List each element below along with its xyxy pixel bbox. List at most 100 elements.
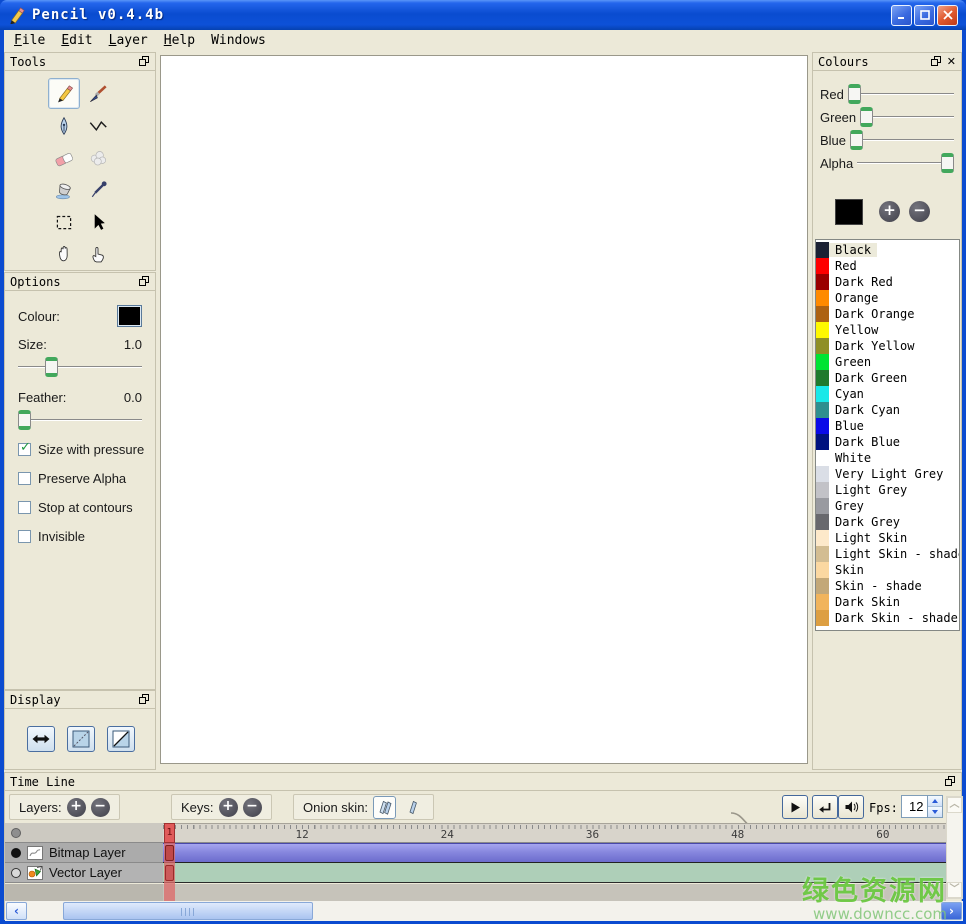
colour-swatch-row[interactable]: Dark Blue — [816, 434, 959, 450]
colour-swatch-row[interactable]: Dark Yellow — [816, 338, 959, 354]
fps-spin-up-button[interactable] — [928, 796, 942, 806]
onion-skin-prev-button[interactable] — [373, 796, 396, 819]
tool-brush-button[interactable] — [82, 78, 114, 109]
add-colour-button[interactable]: + — [879, 201, 900, 222]
float-panel-icon[interactable] — [945, 776, 956, 787]
remove-layer-button[interactable]: − — [91, 798, 110, 817]
size-slider-track[interactable] — [18, 366, 142, 368]
colour-swatch-button[interactable] — [117, 305, 142, 327]
scroll-right-button[interactable]: › — [941, 902, 962, 920]
size-slider-handle[interactable] — [45, 357, 58, 377]
play-button[interactable] — [782, 795, 808, 819]
mirror-view-button[interactable] — [67, 726, 95, 752]
sound-button[interactable] — [838, 795, 864, 819]
add-key-button[interactable]: + — [219, 798, 238, 817]
tool-bucket-button[interactable] — [48, 174, 80, 205]
bitmap-layer-track[interactable] — [163, 843, 946, 863]
alpha-slider[interactable] — [857, 153, 954, 173]
colour-swatch-row[interactable]: Dark Cyan — [816, 402, 959, 418]
tool-pencil-button[interactable] — [48, 78, 80, 109]
layer-header-row[interactable] — [5, 823, 163, 843]
colour-swatch-row[interactable]: Cyan — [816, 386, 959, 402]
playhead[interactable]: 1 — [164, 823, 175, 901]
layer-visibility-dot[interactable] — [11, 868, 21, 878]
fps-value[interactable]: 12 — [902, 796, 927, 817]
vector-layer-track[interactable] — [163, 863, 946, 883]
blue-slider[interactable] — [850, 130, 954, 150]
frame-ruler[interactable]: 1224364860 — [163, 823, 946, 843]
tool-pen-button[interactable] — [48, 110, 80, 141]
colour-swatch-row[interactable]: Skin - shade — [816, 578, 959, 594]
timeline-horizontal-scrollbar[interactable]: ‹ › — [5, 901, 963, 921]
green-slider[interactable] — [860, 107, 954, 127]
titlebar[interactable]: Pencil v0.4.4b — [0, 0, 966, 30]
colour-swatch-row[interactable]: Green — [816, 354, 959, 370]
float-panel-icon[interactable] — [139, 694, 150, 705]
green-slider-handle[interactable] — [860, 107, 873, 127]
scrollbar-thumb[interactable] — [63, 902, 313, 920]
red-slider-handle[interactable] — [848, 84, 861, 104]
checkbox[interactable]: ✓ — [18, 443, 31, 456]
onion-skin-next-button[interactable] — [401, 796, 424, 819]
menu-item-file[interactable]: File — [8, 31, 55, 50]
fps-spin-down-button[interactable] — [928, 806, 942, 817]
vector-keyframe-marker[interactable] — [165, 865, 174, 881]
menu-item-layer[interactable]: Layer — [103, 31, 158, 50]
tool-polyline-button[interactable] — [82, 110, 114, 141]
tool-move-button[interactable] — [82, 206, 114, 237]
minimize-button[interactable] — [891, 5, 912, 26]
close-button[interactable] — [937, 5, 958, 26]
checkbox[interactable] — [18, 472, 31, 485]
colour-swatch-row[interactable]: Dark Red — [816, 274, 959, 290]
loop-button[interactable] — [812, 795, 838, 819]
red-slider[interactable] — [848, 84, 954, 104]
feather-slider-track[interactable] — [18, 419, 142, 421]
scroll-left-button[interactable]: ‹ — [6, 902, 27, 920]
alpha-slider-handle[interactable] — [941, 153, 954, 173]
size-slider[interactable] — [18, 357, 142, 377]
layer-row-bitmap[interactable]: Bitmap Layer — [5, 843, 163, 863]
colour-swatch-row[interactable]: Orange — [816, 290, 959, 306]
layer-row-vector[interactable]: Vector Layer — [5, 863, 163, 883]
colour-swatch-row[interactable]: Grey — [816, 498, 959, 514]
close-panel-icon[interactable]: ✕ — [947, 56, 956, 67]
colour-swatch-row[interactable]: White — [816, 450, 959, 466]
colour-swatch-row[interactable]: Yellow — [816, 322, 959, 338]
feather-slider[interactable] — [18, 410, 142, 430]
feather-slider-handle[interactable] — [18, 410, 31, 430]
current-frame-cell[interactable]: 1 — [164, 823, 175, 843]
colour-swatch-row[interactable]: Dark Grey — [816, 514, 959, 530]
menu-item-edit[interactable]: Edit — [55, 31, 102, 50]
float-panel-icon[interactable] — [139, 276, 150, 287]
remove-key-button[interactable]: − — [243, 798, 262, 817]
colour-swatch-row[interactable]: Light Skin - shade — [816, 546, 959, 562]
colour-swatch-row[interactable]: Very Light Grey — [816, 466, 959, 482]
split-view-button[interactable] — [107, 726, 135, 752]
checkbox[interactable] — [18, 530, 31, 543]
tool-eyedropper-button[interactable] — [82, 174, 114, 205]
colour-swatch-row[interactable]: Dark Skin - shade — [816, 610, 959, 626]
float-panel-icon[interactable] — [139, 56, 150, 67]
colour-swatch-row[interactable]: Light Skin — [816, 530, 959, 546]
menu-item-help[interactable]: Help — [158, 31, 205, 50]
colour-swatch-row[interactable]: Black — [816, 242, 959, 258]
drawing-canvas[interactable] — [160, 55, 808, 764]
colour-swatch-row[interactable]: Blue — [816, 418, 959, 434]
blue-slider-handle[interactable] — [850, 130, 863, 150]
layer-visibility-dot[interactable] — [11, 848, 21, 858]
tool-select-button[interactable] — [48, 206, 80, 237]
maximize-button[interactable] — [914, 5, 935, 26]
timeline-vertical-scrollbar[interactable]: ︿ ﹀ — [946, 796, 963, 899]
tool-eraser-button[interactable] — [48, 142, 80, 173]
remove-colour-button[interactable]: − — [909, 201, 930, 222]
colour-swatch-row[interactable]: Dark Skin — [816, 594, 959, 610]
colour-swatch-row[interactable]: Red — [816, 258, 959, 274]
checkbox[interactable] — [18, 501, 31, 514]
add-layer-button[interactable]: + — [67, 798, 86, 817]
float-panel-icon[interactable] — [931, 56, 942, 67]
fps-spinner[interactable]: 12 — [901, 795, 943, 818]
bitmap-keyframe-marker[interactable] — [165, 845, 174, 861]
tool-finger-button[interactable] — [82, 238, 114, 269]
tool-smudge-button[interactable] — [82, 142, 114, 173]
scroll-down-button[interactable]: ﹀ — [947, 882, 962, 898]
